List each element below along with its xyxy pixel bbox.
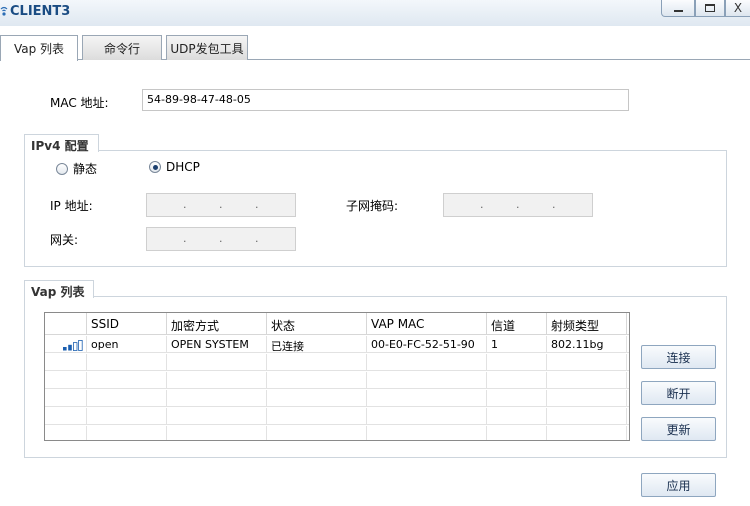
ipv4-legend: IPv4 配置: [24, 134, 99, 153]
col-channel: 信道: [487, 313, 547, 335]
subnet-mask-label: 子网掩码:: [346, 199, 399, 213]
maximize-button[interactable]: [695, 0, 725, 17]
apply-button[interactable]: 应用: [641, 473, 716, 497]
gateway-label: 网关:: [50, 233, 79, 247]
signal-bar: [68, 344, 72, 351]
signal-bar: [78, 340, 83, 351]
table-row-empty: [45, 426, 629, 440]
refresh-button[interactable]: 更新: [641, 417, 716, 441]
col-vap-mac: VAP MAC: [367, 313, 487, 335]
window-title: CLIENT3: [10, 4, 71, 19]
tab-vap-list[interactable]: Vap 列表: [0, 35, 78, 61]
signal-strength-icon: [63, 340, 83, 351]
col-status: 状态: [267, 313, 367, 335]
mac-label: MAC 地址:: [50, 96, 109, 110]
connect-button[interactable]: 连接: [641, 345, 716, 369]
static-radio-label: 静态: [73, 162, 98, 176]
close-icon: X: [733, 1, 743, 15]
static-radio-icon: [56, 162, 68, 175]
gateway-input[interactable]: . . .: [146, 227, 296, 251]
static-radio[interactable]: 静态: [56, 160, 97, 177]
ip-address-label: IP 地址:: [50, 199, 93, 213]
table-row-empty: [45, 372, 629, 389]
minimize-icon: [673, 10, 683, 12]
vap-table-header: SSID 加密方式 状态 VAP MAC 信道 射频类型: [45, 313, 629, 335]
col-encryption: 加密方式: [167, 313, 267, 335]
minimize-button[interactable]: [661, 0, 695, 17]
tab-udp-tool[interactable]: UDP发包工具: [166, 35, 248, 60]
close-button[interactable]: X: [725, 0, 750, 17]
cell-channel: 1: [487, 336, 547, 353]
col-ssid: SSID: [87, 313, 167, 335]
tab-bar: Vap 列表 命令行 UDP发包工具: [0, 35, 750, 61]
dhcp-radio-icon: [149, 161, 161, 173]
tab-command-line[interactable]: 命令行: [82, 35, 162, 60]
table-row-empty: [45, 408, 629, 425]
ip-address-input[interactable]: . . .: [146, 193, 296, 217]
maximize-icon: [705, 4, 715, 12]
dhcp-radio[interactable]: DHCP: [149, 160, 200, 174]
col-signal: [45, 313, 87, 335]
disconnect-button[interactable]: 断开: [641, 381, 716, 405]
table-row[interactable]: open OPEN SYSTEM 已连接 00-E0-FC-52-51-90 1…: [45, 336, 629, 353]
mac-input[interactable]: 54-89-98-47-48-05: [142, 89, 629, 111]
title-bar: CLIENT3 X: [0, 0, 750, 26]
cell-ssid: open: [87, 336, 167, 353]
cell-radio-type: 802.11bg: [547, 336, 627, 353]
table-row-empty: [45, 354, 629, 371]
signal-bar: [72, 342, 78, 351]
cell-encryption: OPEN SYSTEM: [167, 336, 267, 353]
signal-bar: [63, 347, 67, 351]
cell-vap-mac: 00-E0-FC-52-51-90: [367, 336, 487, 353]
cell-status: 已连接: [267, 336, 367, 353]
dhcp-radio-label: DHCP: [166, 160, 200, 174]
vap-legend: Vap 列表: [24, 280, 94, 299]
table-row-empty: [45, 390, 629, 407]
subnet-mask-input[interactable]: . . .: [443, 193, 593, 217]
col-radio-type: 射频类型: [547, 313, 627, 335]
vap-table: SSID 加密方式 状态 VAP MAC 信道 射频类型 open OPEN S…: [44, 312, 630, 441]
client-app-icon: [0, 6, 8, 16]
